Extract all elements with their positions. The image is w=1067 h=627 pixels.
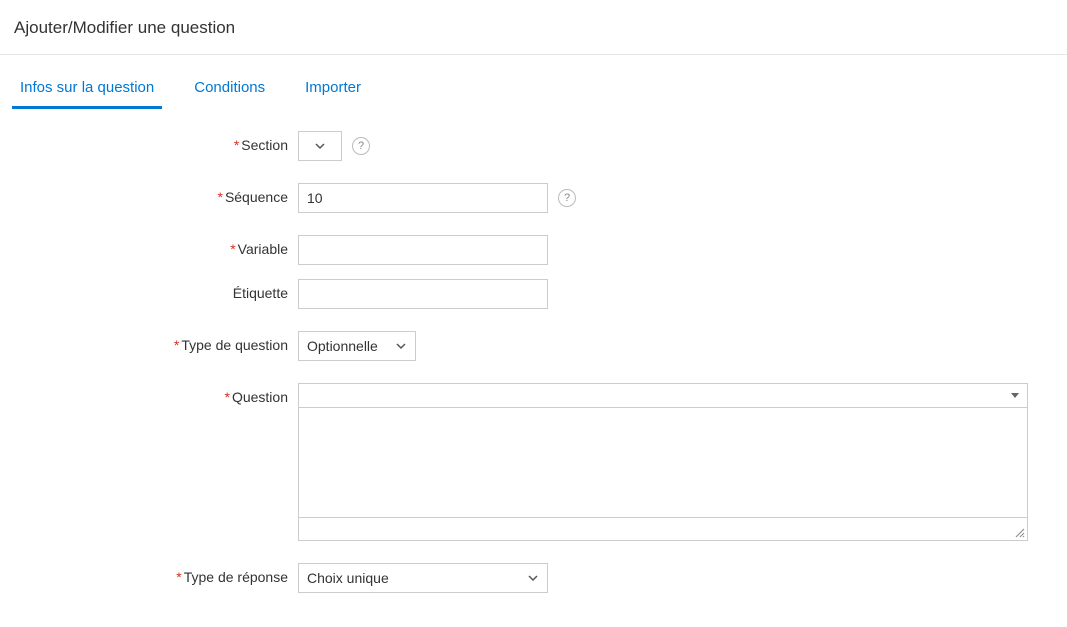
resize-handle-icon[interactable] — [1013, 526, 1025, 538]
label-variable: *Variable — [0, 235, 298, 257]
label-question: *Question — [0, 383, 298, 405]
row-type-reponse: *Type de réponse Choix unique — [0, 563, 1067, 593]
label-type-question: *Type de question — [0, 331, 298, 353]
caret-down-icon — [1011, 393, 1019, 398]
chevron-down-icon — [314, 140, 326, 152]
chevron-down-icon — [527, 572, 539, 584]
help-icon[interactable]: ? — [352, 137, 370, 155]
row-question: *Question — [0, 383, 1067, 541]
type-reponse-select[interactable]: Choix unique — [298, 563, 548, 593]
question-editor-body[interactable] — [299, 408, 1027, 518]
label-section: *Section — [0, 131, 298, 153]
etiquette-input[interactable] — [298, 279, 548, 309]
row-type-question: *Type de question Optionnelle — [0, 331, 1067, 361]
label-etiquette: Étiquette — [0, 279, 298, 301]
question-editor-footer — [299, 518, 1027, 540]
variable-input[interactable] — [298, 235, 548, 265]
tab-conditions[interactable]: Conditions — [186, 73, 273, 109]
required-marker: * — [217, 189, 222, 205]
label-type-reponse: *Type de réponse — [0, 563, 298, 585]
form: *Section ? *Séquence ? *Vari — [0, 109, 1067, 593]
tab-import[interactable]: Importer — [297, 73, 369, 109]
required-marker: * — [234, 137, 239, 153]
required-marker: * — [176, 569, 181, 585]
question-editor-toolbar[interactable] — [299, 384, 1027, 408]
chevron-down-icon — [395, 340, 407, 352]
help-icon[interactable]: ? — [558, 189, 576, 207]
tab-bar: Infos sur la question Conditions Importe… — [0, 55, 1067, 109]
row-etiquette: Étiquette — [0, 279, 1067, 309]
question-editor[interactable] — [298, 383, 1028, 541]
type-question-select[interactable]: Optionnelle — [298, 331, 416, 361]
tab-info[interactable]: Infos sur la question — [12, 73, 162, 109]
type-reponse-value: Choix unique — [307, 570, 389, 586]
row-section: *Section ? — [0, 131, 1067, 161]
page-title: Ajouter/Modifier une question — [0, 0, 1067, 54]
required-marker: * — [225, 389, 230, 405]
sequence-input[interactable] — [298, 183, 548, 213]
type-question-value: Optionnelle — [307, 338, 378, 354]
required-marker: * — [230, 241, 235, 257]
label-sequence: *Séquence — [0, 183, 298, 205]
required-marker: * — [174, 337, 179, 353]
section-select[interactable] — [298, 131, 342, 161]
row-variable: *Variable — [0, 235, 1067, 265]
row-sequence: *Séquence ? — [0, 183, 1067, 213]
